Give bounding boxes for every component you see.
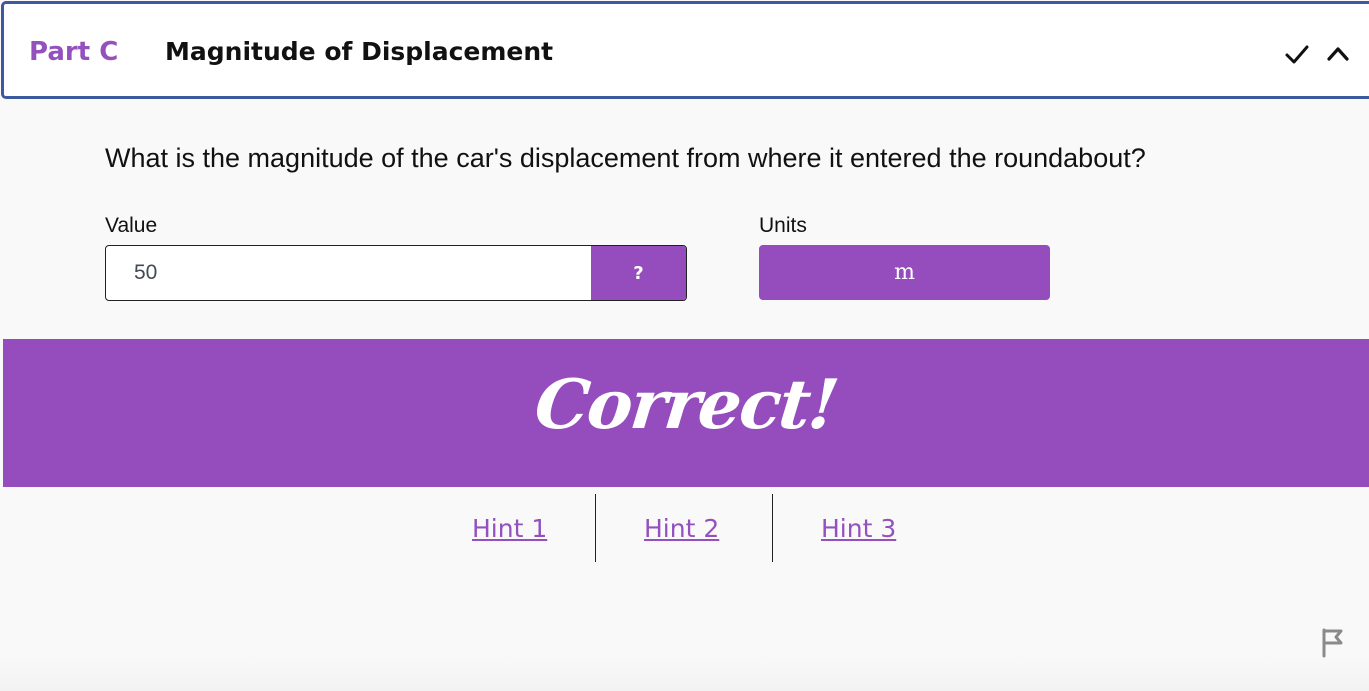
feedback-banner: Correct!: [3, 339, 1369, 487]
question-panel: Part C Magnitude of Displacement What is…: [0, 0, 1369, 691]
hint-2-link[interactable]: Hint 2: [644, 513, 719, 545]
units-select[interactable]: m: [759, 245, 1050, 300]
value-field: ?: [105, 245, 687, 301]
units-label: Units: [759, 214, 807, 237]
value-input[interactable]: [106, 246, 592, 300]
chevron-up-icon[interactable]: [1325, 41, 1351, 67]
part-label: Part C: [29, 37, 119, 67]
hint-1-link[interactable]: Hint 1: [472, 513, 547, 545]
help-button[interactable]: ?: [591, 246, 686, 300]
hint-divider: [595, 494, 596, 562]
hint-3-link[interactable]: Hint 3: [821, 513, 896, 545]
question-text: What is the magnitude of the car's displ…: [105, 143, 1146, 173]
flag-icon[interactable]: [1321, 628, 1345, 658]
check-icon: [1285, 45, 1309, 64]
value-label: Value: [105, 214, 158, 237]
hint-divider: [772, 494, 773, 562]
bottom-fade: [0, 655, 1369, 691]
part-header[interactable]: Part C Magnitude of Displacement: [1, 1, 1369, 99]
feedback-message: Correct!: [531, 365, 841, 445]
part-title: Magnitude of Displacement: [165, 37, 554, 66]
